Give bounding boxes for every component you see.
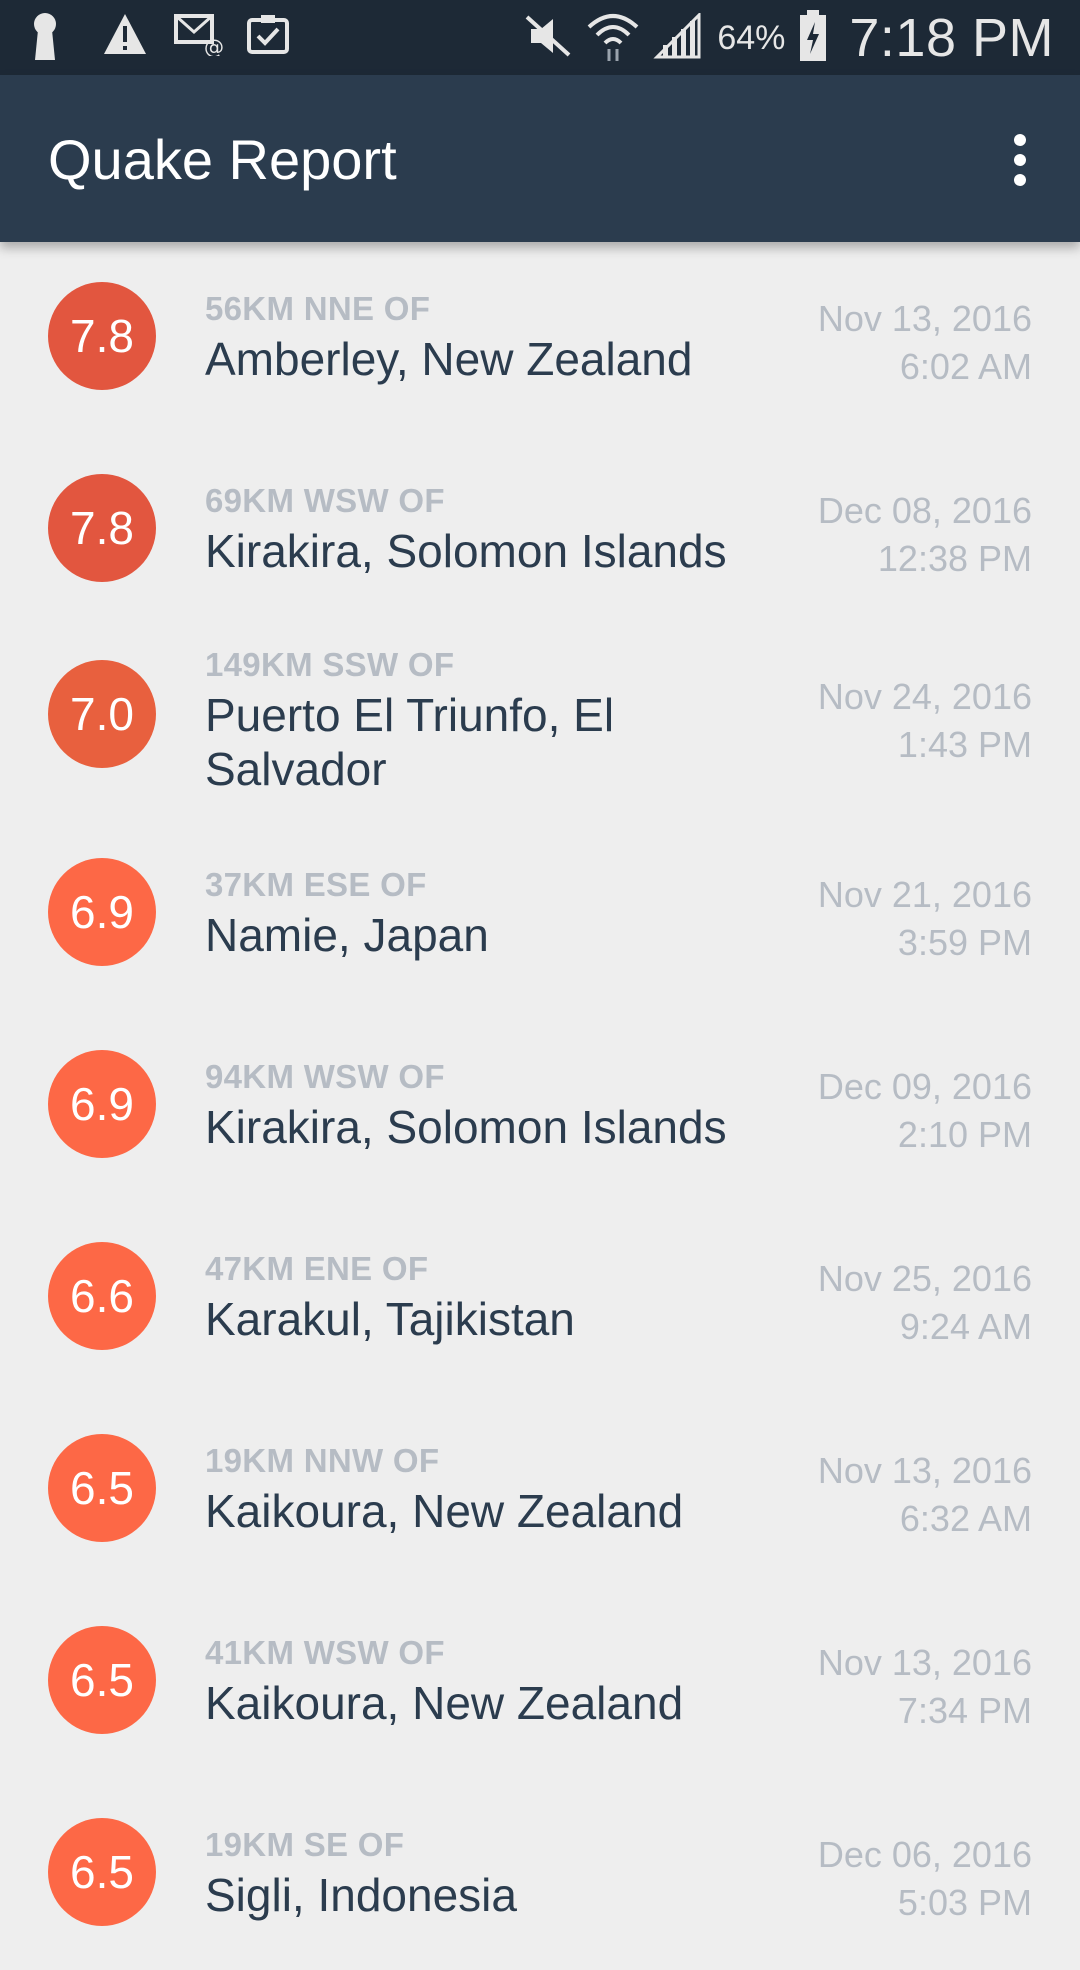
- primary-location: Kirakira, Solomon Islands: [205, 1101, 727, 1153]
- location-offset: 56KM NNE OF: [205, 290, 431, 327]
- earthquake-list-item[interactable]: 6.5 19KM NNW OF Kaikoura, New Zealand Nov 1…: [0, 1394, 1080, 1586]
- magnitude-circle: 7.8: [48, 474, 156, 582]
- status-bar: @ 64% 7:18 PM: [0, 0, 1080, 75]
- quake-date: Nov 21, 2016: [817, 874, 1032, 915]
- page-title: Quake Report: [48, 128, 397, 191]
- earthquake-list-item[interactable]: 7.0 149KM SSW OF Puerto El Triunfo, El Sal…: [0, 626, 1080, 818]
- primary-location: Kaikoura, New Zealand: [205, 1485, 684, 1537]
- quake-date: Dec 09, 2016: [817, 1066, 1032, 1107]
- quake-time: 9:24 AM: [899, 1306, 1032, 1347]
- earthquake-list-item[interactable]: 6.5 41KM WSW OF Kaikoura, New Zealand Nov 1…: [0, 1586, 1080, 1778]
- primary-location: Amberley, New Zealand: [205, 333, 693, 385]
- quake-time: 6:32 AM: [899, 1498, 1032, 1539]
- primary-location: Kirakira, Solomon Islands: [205, 525, 727, 577]
- wifi-icon: [587, 11, 639, 66]
- quake-time: 6:02 AM: [899, 346, 1032, 387]
- magnitude-circle: 6.5: [48, 1626, 156, 1734]
- magnitude-circle: 7.8: [48, 282, 156, 390]
- location-offset: 69KM WSW OF: [205, 482, 445, 519]
- location-offset: 149KM SSW OF: [205, 646, 455, 683]
- primary-location: Sigli, Indonesia: [205, 1869, 517, 1921]
- primary-location: Karakul, Tajikistan: [205, 1293, 575, 1345]
- status-clock: 7:18 PM: [849, 8, 1054, 68]
- quake-time: 2:10 PM: [897, 1114, 1032, 1155]
- primary-location: Namie, Japan: [205, 909, 489, 961]
- earthquake-list-item[interactable]: 7.8 56KM NNE OF Amberley, New Zealand Nov 1…: [0, 242, 1080, 434]
- clipboard-check-icon: [246, 12, 292, 62]
- magnitude-circle: 6.6: [48, 1242, 156, 1350]
- overflow-menu-icon[interactable]: [990, 130, 1050, 190]
- app-bar: Quake Report: [0, 75, 1080, 242]
- quake-time: 7:34 PM: [897, 1690, 1032, 1731]
- magnitude-circle: 7.0: [48, 660, 156, 768]
- primary-location: Kaikoura, New Zealand: [205, 1677, 684, 1729]
- location-offset: 41KM WSW OF: [205, 1634, 445, 1671]
- location-offset: 19KM NNW OF: [205, 1442, 440, 1479]
- earthquake-list-item[interactable]: 6.5 19KM SE OF Sigli, Indonesia Dec 06, 201…: [0, 1778, 1080, 1970]
- battery-percent: 64%: [717, 18, 786, 57]
- battery-charging-icon: [799, 9, 827, 67]
- quake-time: 5:03 PM: [897, 1882, 1032, 1923]
- quake-time: 1:43 PM: [897, 724, 1032, 765]
- magnitude-circle: 6.9: [48, 1050, 156, 1158]
- svg-text:@: @: [204, 35, 224, 56]
- quake-date: Nov 24, 2016: [817, 676, 1032, 717]
- magnitude-circle: 6.5: [48, 1434, 156, 1542]
- earthquake-list-item[interactable]: 6.9 37KM ESE OF Namie, Japan Nov 21, 2016 3:…: [0, 818, 1080, 1010]
- quake-date: Nov 25, 2016: [817, 1258, 1032, 1299]
- earthquake-list-item[interactable]: 6.9 94KM WSW OF Kirakira, Solomon Islands D…: [0, 1010, 1080, 1202]
- quake-date: Nov 13, 2016: [817, 1642, 1032, 1683]
- keyhole-icon: [30, 12, 76, 62]
- magnitude-circle: 6.9: [48, 858, 156, 966]
- quake-time: 3:59 PM: [897, 922, 1032, 963]
- primary-location: Puerto El Triunfo, El Salvador: [205, 689, 615, 795]
- quake-date: Dec 06, 2016: [817, 1834, 1032, 1875]
- magnitude-circle: 6.5: [48, 1818, 156, 1926]
- email-icon: @: [174, 12, 224, 62]
- location-offset: 94KM WSW OF: [205, 1058, 445, 1095]
- signal-icon: [653, 10, 703, 64]
- location-offset: 37KM ESE OF: [205, 866, 427, 903]
- warning-icon: [102, 12, 148, 62]
- location-offset: 19KM SE OF: [205, 1826, 405, 1863]
- earthquake-list-item[interactable]: 7.8 69KM WSW OF Kirakira, Solomon Islands D…: [0, 434, 1080, 626]
- quake-time: 12:38 PM: [877, 538, 1032, 579]
- earthquake-list: 7.8 56KM NNE OF Amberley, New Zealand Nov 1…: [0, 242, 1080, 1970]
- quake-date: Nov 13, 2016: [817, 1450, 1032, 1491]
- mute-icon: [523, 13, 573, 64]
- quake-date: Dec 08, 2016: [817, 490, 1032, 531]
- location-offset: 47KM ENE OF: [205, 1250, 429, 1287]
- quake-date: Nov 13, 2016: [817, 298, 1032, 339]
- earthquake-list-item[interactable]: 6.6 47KM ENE OF Karakul, Tajikistan Nov 25,…: [0, 1202, 1080, 1394]
